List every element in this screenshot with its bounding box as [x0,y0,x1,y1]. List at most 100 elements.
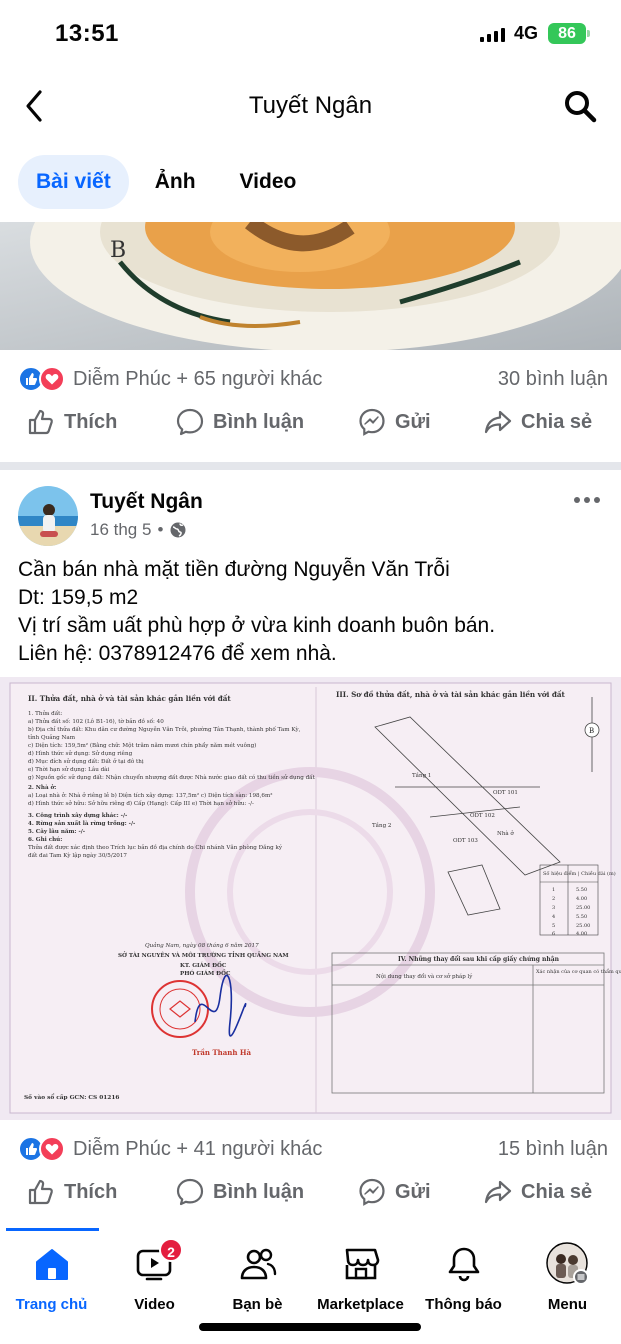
nav-label: Menu [547,1296,588,1313]
doc-date-line: Quảng Nam, ngày 08 tháng 6 năm 2017 [145,942,259,949]
share-button[interactable]: Chia sẻ [483,407,592,437]
bell-icon [412,1240,515,1288]
author-name[interactable]: Tuyết Ngân [90,490,203,514]
nav-menu[interactable]: Menu [516,1240,619,1313]
signal-icon [480,26,505,42]
comment-button[interactable]: Bình luận [175,1177,304,1207]
send-label: Gửi [395,410,431,433]
active-tab-indicator [6,1228,99,1231]
search-icon[interactable] [560,86,600,126]
nav-label: Video [134,1296,175,1313]
comments-count[interactable]: 15 bình luận [498,1138,608,1161]
svg-text:B: B [110,238,126,263]
doc-deputy: PHÓ GIÁM ĐỐC [180,969,231,977]
previous-post-actions: Thích Bình luận Gửi Chia sẻ [0,407,621,457]
love-reaction-icon [39,1136,65,1162]
messenger-icon [359,408,385,436]
share-icon [484,410,512,434]
previous-post-reactions[interactable]: Diễm Phúc + 65 người khác 30 bình luận [18,364,608,394]
doc-line: 3. Công trình xây dựng khác: -/- [28,812,128,819]
comment-label: Bình luận [213,410,305,433]
post-date[interactable]: 16 thg 5 [90,520,151,540]
send-button[interactable]: Gửi [357,1177,431,1207]
share-icon [484,1180,512,1204]
post-photo-land-certificate[interactable]: II. Thửa đất, nhà ở và tài sản khác gắn … [0,677,621,1120]
send-label: Gửi [395,1180,431,1203]
diagram-label: Tầng 1 [412,771,431,779]
comment-icon [176,1178,204,1206]
doc-line: đất đai Tam Kỳ lập ngày 30/5/2017 [28,852,127,859]
post-divider [0,462,621,470]
diagram-label: ODT 102 [470,813,495,819]
table-cell: 2 [552,896,555,902]
status-bar: 13:51 4G 86 [0,0,621,70]
doc-right-heading: III. Sơ đồ thửa đất, nhà ở và tài sản kh… [336,690,566,699]
table-cell: 3 [552,905,555,911]
table-cell: 4.00 [576,931,587,937]
home-icon [0,1240,103,1288]
tab-photos[interactable]: Ảnh [137,155,214,209]
diagram-label: ODT 103 [453,838,478,844]
send-button[interactable]: Gửi [357,407,431,437]
table-header: Số hiệu điểm | Chiều dài (m) [543,869,616,877]
post-text-line: Liên hệ: 0378912476 để xem nhà. [18,642,337,665]
table-cell: 5.50 [576,914,587,920]
post-meta: 16 thg 5 • [90,520,187,540]
page-title: Tuyết Ngân [248,92,373,119]
like-label: Thích [64,410,118,433]
nav-friends[interactable]: Bạn bè [206,1240,309,1313]
changes-col2: Xác nhận của cơ quan có thẩm quyền [536,967,621,975]
changes-title: IV. Những thay đổi sau khi cấp giấy chứn… [398,955,560,963]
table-cell: 25.00 [576,905,590,911]
post-actions: Thích Bình luận Gửi Chia sẻ [0,1177,621,1227]
svg-text:B: B [589,727,594,735]
more-options-icon[interactable] [570,488,604,512]
post-reactions[interactable]: Diễm Phúc + 41 người khác 15 bình luận [18,1134,608,1164]
post-text-line: Dt: 159,5 m2 [18,586,139,609]
doc-signer: Trần Thanh Hà [192,1048,252,1057]
comments-count[interactable]: 30 bình luận [498,368,608,391]
battery-icon: 86 [548,23,590,44]
thumbs-up-icon [28,1179,53,1205]
table-cell: 5 [552,923,555,929]
messenger-icon [359,1178,385,1206]
doc-line: c) Diện tích: 159,5m² (Bằng chữ: Một tră… [28,742,256,749]
diagram-label: Tầng 2 [372,821,391,829]
share-button[interactable]: Chia sẻ [483,1177,592,1207]
doc-line: b) Địa chỉ thửa đất: Khu dân cư đường Ng… [28,725,301,733]
like-label: Thích [64,1180,118,1203]
doc-kt: KT. GIÁM ĐỐC [180,961,227,969]
comment-button[interactable]: Bình luận [175,407,304,437]
avatar[interactable] [18,486,78,546]
doc-line: 2. Nhà ở: [28,784,56,791]
table-cell: 1 [552,887,555,893]
home-indicator[interactable] [199,1323,421,1331]
nav-video[interactable]: 2 Video [103,1238,206,1313]
table-cell: 6 [552,931,555,937]
friends-icon [206,1240,309,1288]
post-text-line: Vị trí sầm uất phù hợp ở vừa kinh doanh … [18,614,496,637]
tab-videos[interactable]: Video [222,155,315,209]
nav-marketplace[interactable]: Marketplace [309,1240,412,1313]
nav-label: Trang chủ [15,1296,88,1313]
marketplace-icon [309,1240,412,1288]
doc-certificate: Số vào sổ cấp GCN: CS 01216 [24,1093,119,1101]
doc-line: 4. Rừng sản xuất là rừng trồng: -/- [28,819,136,827]
like-button[interactable]: Thích [26,1177,117,1207]
table-cell: 4 [552,914,555,920]
nav-notifications[interactable]: Thông báo [412,1240,515,1313]
like-button[interactable]: Thích [26,407,117,437]
previous-post-photo[interactable]: B [0,222,621,350]
doc-line: 5. Cây lâu năm: -/- [28,828,86,835]
doc-line: a) Thửa đất số: 102 (Lô B1-16), tờ bản đ… [28,717,164,725]
reactors-text: Diễm Phúc + 65 người khác [73,367,323,390]
nav-home[interactable]: Trang chủ [0,1240,103,1313]
tab-posts[interactable]: Bài viết [18,155,129,209]
doc-line: đ) Mục đích sử dụng đất: Đất ở tại đô th… [28,758,144,765]
profile-menu-icon [516,1240,619,1288]
video-icon: 2 [103,1238,206,1288]
diagram-label: ODT 101 [493,790,518,796]
table-cell: 25.00 [576,923,590,929]
doc-line: 1. Thửa đất: [28,710,62,717]
notification-badge: 2 [159,1238,183,1262]
